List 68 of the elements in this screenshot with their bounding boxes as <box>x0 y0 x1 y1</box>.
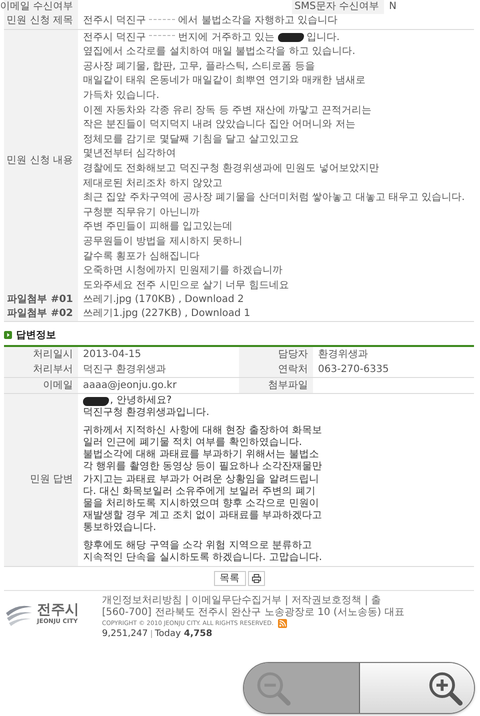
complaint-text-line: 정체모를 감기로 몇달째 기침을 달고 살고있고요 <box>83 132 299 147</box>
today-count: 4,758 <box>184 628 212 640</box>
field-value: N <box>389 0 396 14</box>
list-button[interactable]: 목록 <box>214 570 246 586</box>
today-label: Today <box>154 628 181 640</box>
field-value: 2013-04-15 <box>83 348 142 362</box>
visitor-total: 9,251,247 <box>102 628 148 640</box>
reply-text-line: 덕진구청 환경위생과입니다. <box>83 407 210 420</box>
field-value: 환경위생과 <box>318 348 368 362</box>
zoom-in-button[interactable] <box>360 663 474 713</box>
field-value: 063-270-6335 <box>318 363 389 378</box>
complaint-text-line: 전주시 덕진구 번지에 거주하고 있는 입니다. <box>83 30 340 45</box>
field-value: aaaa@jeonju.go.kr <box>83 379 177 394</box>
complaint-text-line: 경찰에도 전화해보고 덕진구청 환경위생과에 민원도 넣어보았지만 <box>83 162 379 176</box>
field-label: 연락처 <box>239 362 313 378</box>
complaint-text-line: 매일같이 태워 온동네가 매일같이 희뿌연 연기와 매캐한 냄새로 <box>83 74 366 88</box>
field-label: 처리부서 <box>4 362 78 378</box>
reply-text-line: 지속적인 단속을 실시하도록 하겠습니다. 고맙습니다. <box>83 552 322 564</box>
reply-text-line: 귀하께서 지적하신 사항에 대해 현장 출장하여 화목보 <box>83 424 322 437</box>
field-label: 민원 답변 <box>4 394 78 566</box>
reply-text-line: 물을 처리하도록 지시하였으며 향후 소각으로 민원이 <box>83 498 320 510</box>
footer-address: [560-700] 전라북도 전주시 완산구 노송광장로 10 (서노송동) 대표 <box>102 606 404 618</box>
print-button[interactable] <box>248 570 264 586</box>
rss-icon <box>278 618 287 628</box>
reply-text-line: 다. 대신 화목보일러 소유주에게 보일러 주변의 폐기 <box>83 486 316 498</box>
complaint-text-line: 이젠 자동차와 각종 유리 장독 등 주변 재산에 까맣고 끈적거리는 <box>83 104 372 118</box>
field-label: 파일첨부 #02 <box>4 307 78 322</box>
reply-text-line: 각 행위를 촬영한 동영상 등이 필요하나 소각잔재물만 <box>83 461 322 474</box>
field-label: 민원 신청 내용 <box>4 30 78 294</box>
redaction-mark <box>278 33 304 42</box>
complaint-title: 전주시 덕진구 에서 불법소각을 자행하고 있습니다 <box>83 14 338 28</box>
bullet-icon <box>4 331 12 340</box>
reply-text-line: 가지고는 과태료 부과가 어려운 상황임을 알려드립니 <box>83 474 320 486</box>
complaint-text-line: 도와주세요 전주 시민으로 살기 너무 힘드네요 <box>83 278 289 293</box>
field-label: SMS문자 수신여부 <box>292 0 384 14</box>
reply-text-line: , 안녕하세요? <box>83 395 210 408</box>
footer-links: 개인정보처리방침 | 이메일무단수집거부 | 저작권보호정책 | 출 <box>102 594 382 606</box>
complaint-text-line: 오죽하면 시청에까지 민원제기를 하겠습니까 <box>83 264 283 278</box>
reply-text-line: 향후에도 해당 구역을 소각 위험 지역으로 분류하고 <box>83 540 314 552</box>
complaint-text-line: 작은 분진들이 덕지덕지 내려 앉았습니다 집안 어머니와 저는 <box>83 118 356 132</box>
complaint-text-line: 제대로된 처리조차 하지 않았고 <box>83 176 223 191</box>
complaint-text-line: 공무원들이 방법을 제시하지 못하니 <box>83 234 243 249</box>
file-link[interactable]: 쓰레기1.jpg (227KB) , Download 1 <box>83 307 250 322</box>
print-icon <box>252 574 260 583</box>
field-label: 처리일시 <box>4 347 78 362</box>
reply-text-line: 재발생할 경우 계고 조치 없이 과태료를 부과하겠다고 <box>83 510 322 522</box>
field-label: 담당자 <box>239 347 313 362</box>
field-value: 덕진구 환경위생과 <box>83 363 166 378</box>
field-label: 민원 신청 제목 <box>4 14 78 29</box>
section-heading: 답변정보 <box>16 329 56 342</box>
reply-text-line: 일러 인근에 폐기물 적치 여부를 확인하였습니다. <box>83 436 304 450</box>
complaint-text-line: 최근 집앞 주차구역에 공사장 폐기물을 산더미처럼 쌓아놓고 대놓고 태우고 있습니다. <box>83 191 465 206</box>
field-label: 파일첨부 #01 <box>4 293 78 308</box>
file-link[interactable]: 쓰레기.jpg (170KB) , Download 2 <box>83 293 244 308</box>
zoom-out-button[interactable] <box>244 663 360 713</box>
complaint-text-line: 구청뿐 직무유기 아닌니까 <box>83 206 200 220</box>
complaint-text-line: 가득차 있습니다. <box>83 88 160 103</box>
reply-text-line: 통보하였습니다. <box>83 522 158 535</box>
complaint-text-line: 옆집에서 소각로를 설치하여 매일 불법소각을 하고 있습니다. <box>83 45 356 60</box>
field-label: 첨부파일 <box>239 378 313 394</box>
complaint-text-line: 갈수록 횡포가 심해집니다 <box>83 250 200 264</box>
logo-name: 전주시 <box>37 602 79 618</box>
complaint-text-line: 공사장 폐기물, 합판, 고무, 플라스틱, 스티로폼 등을 <box>83 60 315 74</box>
complaint-text-line: 몇년전부터 심각하여 <box>83 147 176 162</box>
field-label: 이메일 <box>4 378 78 394</box>
reply-text-line: 불법소각에 대해 과태료를 부과하기 위해서는 불법소 <box>83 449 320 462</box>
complaint-text-line: 주변 주민들이 피해를 입고있는데 <box>83 220 233 234</box>
redaction-mark <box>83 396 109 406</box>
